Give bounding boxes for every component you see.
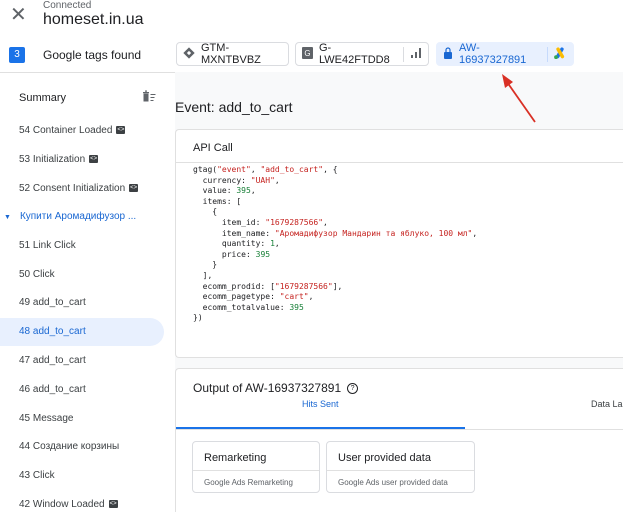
tab-data-layer[interactable]: Data La: [591, 399, 623, 409]
event-title: Event: add_to_cart: [175, 99, 293, 115]
event-item[interactable]: 49 add_to_cart: [0, 289, 164, 317]
ga4-icon: G: [302, 46, 313, 62]
hit-divider: [327, 470, 474, 471]
event-item[interactable]: 47 add_to_cart: [0, 347, 164, 375]
event-item[interactable]: 53 Initialization <>: [0, 146, 164, 174]
event-sidebar: Summary 54 Container Loaded <> 53 Initial…: [0, 72, 175, 512]
event-item[interactable]: 54 Container Loaded <>: [0, 117, 164, 145]
analytics-bars-icon: [403, 46, 422, 62]
card-divider: [176, 162, 623, 163]
event-item[interactable]: 50 Click: [0, 261, 164, 289]
event-item[interactable]: 51 Link Click: [0, 232, 164, 260]
connected-domain: homeset.in.ua: [43, 11, 144, 28]
tag-chip-google-ads[interactable]: AW-16937327891: [436, 42, 574, 66]
event-item[interactable]: 46 add_to_cart: [0, 376, 164, 404]
expand-triangle-icon: ▼: [4, 214, 11, 221]
code-icon: <>: [89, 155, 99, 164]
summary-link[interactable]: Summary: [19, 92, 66, 104]
tags-count-badge: 3: [9, 47, 25, 63]
api-call-card: API Call gtag("event", "add_to_cart", { …: [175, 129, 623, 358]
api-call-title: API Call: [193, 142, 233, 154]
output-title: Output of AW-16937327891?: [193, 381, 359, 395]
event-item[interactable]: 45 Message: [0, 405, 164, 433]
gtm-icon: [183, 46, 195, 62]
event-item-selected[interactable]: 48 add_to_cart: [0, 318, 164, 346]
active-tab-indicator: [176, 427, 465, 429]
close-icon[interactable]: ✕: [10, 5, 27, 25]
google-ads-icon: [547, 46, 567, 62]
tag-id: AW-16937327891: [459, 42, 527, 66]
tag-chip-ga4[interactable]: G G-LWE42FTDD8: [295, 42, 429, 66]
tag-lock-icon: [443, 46, 453, 62]
svg-text:G: G: [304, 49, 310, 58]
code-icon: <>: [129, 184, 139, 193]
code-icon: <>: [108, 500, 118, 509]
tag-id: GTM-MXNTBVBZ: [201, 42, 261, 66]
hit-card-remarketing[interactable]: Remarketing Google Ads Remarketing: [192, 441, 320, 493]
top-bar: ✕ Connected homeset.in.ua: [0, 0, 623, 38]
hit-card-user-provided-data[interactable]: User provided data Google Ads user provi…: [326, 441, 475, 493]
code-icon: <>: [116, 126, 126, 135]
tabs-divider: [176, 429, 623, 430]
tags-bar: 3 Google tags found GTM-MXNTBVBZ G G-LWE…: [0, 38, 623, 73]
tab-hits-sent[interactable]: Hits Sent: [302, 399, 339, 409]
tag-id: G-LWE42FTDD8: [319, 42, 390, 66]
help-icon[interactable]: ?: [347, 383, 359, 395]
event-item[interactable]: 43 Click: [0, 462, 164, 490]
event-group[interactable]: ▼ Купити Аромадифузор ...: [0, 203, 164, 231]
event-item[interactable]: 42 Window Loaded <>: [0, 491, 164, 519]
api-call-code: gtag("event", "add_to_cart", { currency:…: [193, 165, 478, 323]
event-item[interactable]: 44 Создание корзины: [0, 433, 164, 461]
clear-events-icon[interactable]: [142, 90, 156, 105]
event-item[interactable]: 52 Consent Initialization <>: [0, 175, 164, 203]
tags-found-label: Google tags found: [43, 48, 142, 62]
connection-status: Connected: [43, 0, 92, 11]
tag-chip-gtm[interactable]: GTM-MXNTBVBZ: [176, 42, 289, 66]
hit-divider: [193, 470, 319, 471]
output-card: Output of AW-16937327891? Hits Sent Data…: [175, 368, 623, 512]
event-detail-panel: Event: add_to_cart API Call gtag("event"…: [175, 72, 623, 512]
